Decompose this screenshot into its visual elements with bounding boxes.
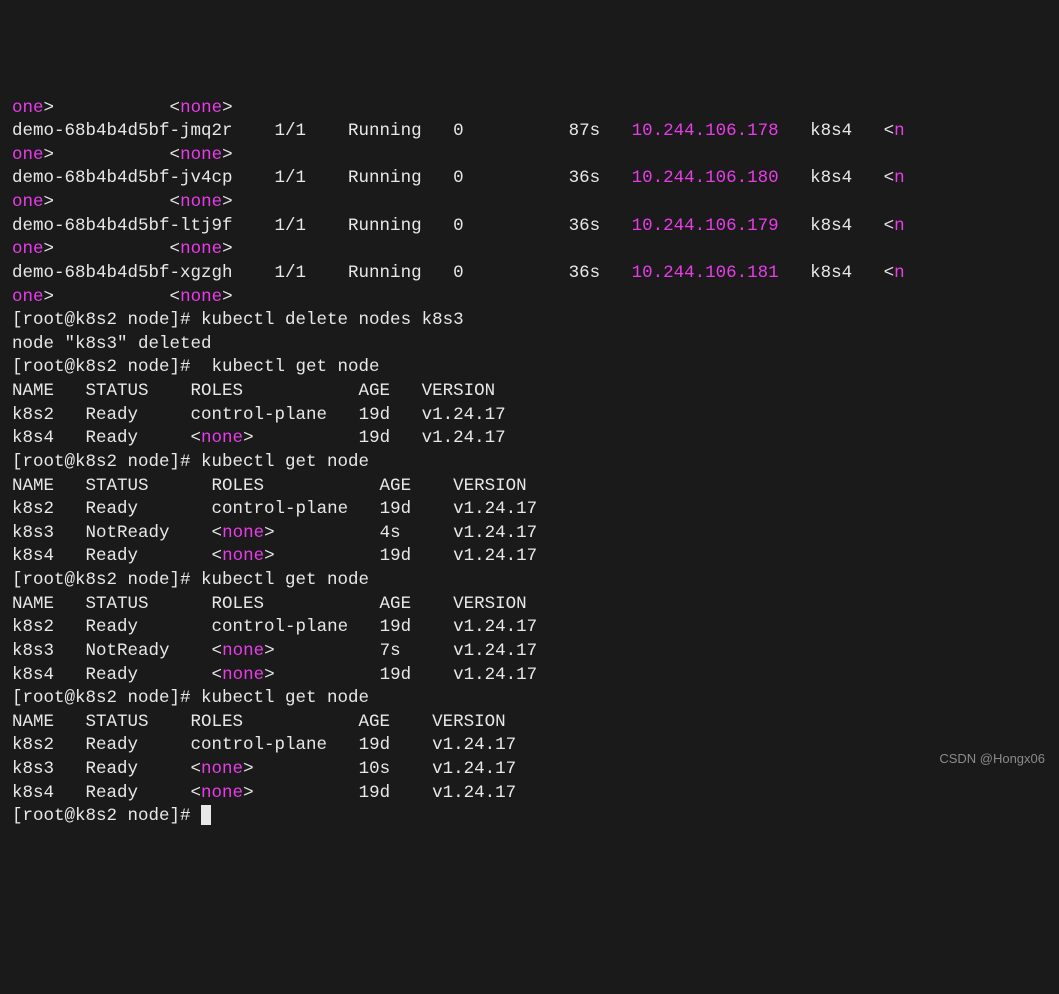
terminal-output[interactable]: one> <none> demo-68b4b4d5bf-jmq2r 1/1 Ru… [12, 97, 1047, 829]
cursor [201, 805, 211, 825]
watermark: CSDN @Hongx06 [939, 750, 1045, 768]
